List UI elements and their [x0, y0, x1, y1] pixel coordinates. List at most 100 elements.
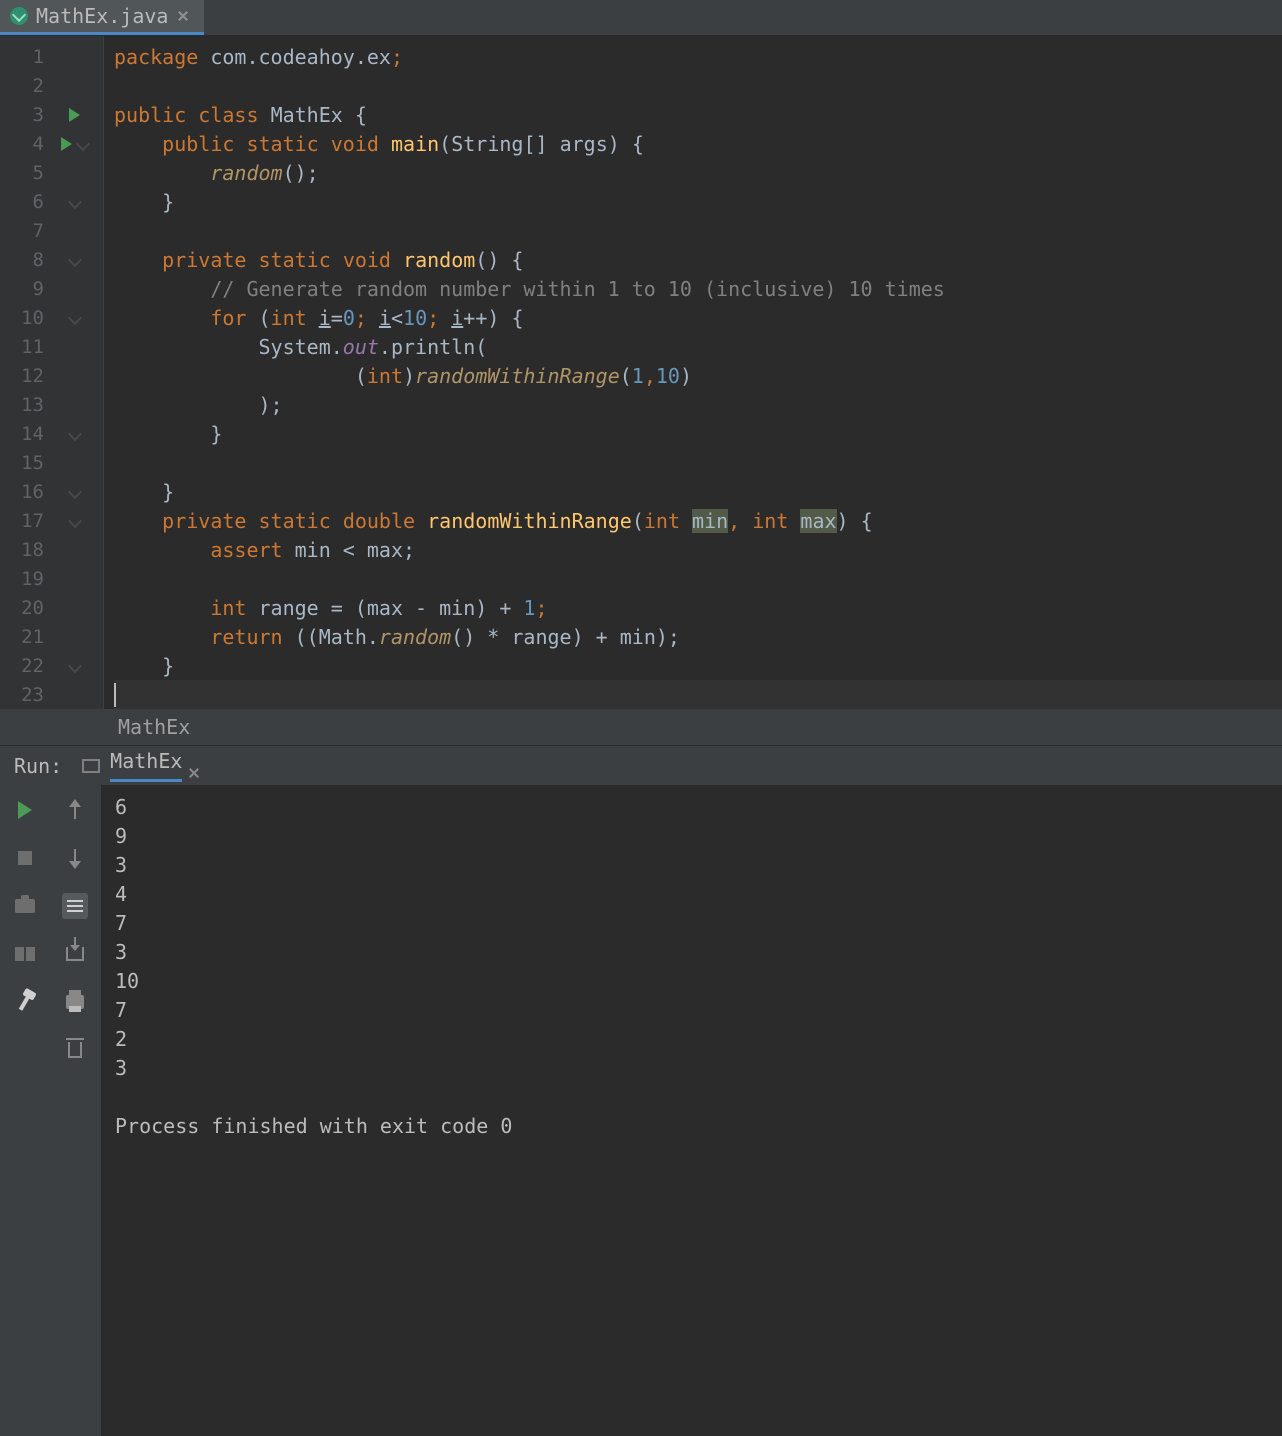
line-number: 20 [0, 597, 50, 619]
scroll-to-end-button[interactable] [60, 939, 90, 969]
code-token: ; [355, 306, 379, 330]
code-token: main [391, 132, 439, 156]
code-token: ( [355, 364, 367, 388]
code-token: ; [427, 306, 451, 330]
stop-icon [18, 851, 32, 865]
code-token: } [210, 422, 222, 446]
code-token: range = (max - min) + [246, 596, 523, 620]
code-token: ( [620, 364, 632, 388]
breadcrumb-item[interactable]: MathEx [118, 715, 190, 739]
editor-tabbar: MathEx.java [0, 0, 1282, 36]
line-number: 8 [0, 249, 50, 271]
console-line [115, 1085, 1282, 1114]
code-token: random [403, 248, 475, 272]
console-line: 7 [115, 998, 1282, 1027]
code-token: private [162, 509, 246, 533]
code-area[interactable]: package com.codeahoy.ex; public class Ma… [104, 36, 1282, 709]
code-token: void [343, 248, 391, 272]
code-token: ((Math. [283, 625, 379, 649]
fold-icon[interactable] [68, 252, 82, 266]
console-line: 3 [115, 940, 1282, 969]
code-token: max [800, 509, 836, 533]
arrow-up-icon [74, 801, 76, 819]
code-token: () * range) + min); [451, 625, 680, 649]
camera-icon [15, 899, 35, 913]
layout-button[interactable] [10, 939, 40, 969]
print-button[interactable] [60, 987, 90, 1017]
line-number: 23 [0, 684, 50, 706]
run-actions-column [0, 785, 50, 1436]
code-token: { [355, 103, 367, 127]
code-token: package [114, 45, 198, 69]
code-token: assert [210, 538, 282, 562]
down-stacktrace-button[interactable] [60, 843, 90, 873]
run-label: Run: [14, 754, 62, 778]
file-tab[interactable]: MathEx.java [0, 0, 204, 35]
line-number: 2 [0, 75, 50, 97]
fold-icon[interactable] [68, 426, 82, 440]
code-token: ) { [837, 509, 873, 533]
print-icon [66, 995, 84, 1009]
code-token: (); [283, 161, 319, 185]
line-number: 19 [0, 568, 50, 590]
fold-icon[interactable] [68, 310, 82, 324]
line-number: 1 [0, 46, 50, 68]
clear-all-button[interactable] [60, 1035, 90, 1065]
code-token: static [246, 132, 318, 156]
run-gutter-icon[interactable] [69, 108, 80, 122]
code-token: randomWithinRange [415, 364, 620, 388]
up-stacktrace-button[interactable] [60, 795, 90, 825]
console-line: 9 [115, 824, 1282, 853]
pin-icon [19, 993, 31, 1011]
code-editor: 1 2 3 4 5 6 7 8 9 10 11 12 13 14 15 16 1… [0, 36, 1282, 709]
code-token: int [644, 509, 680, 533]
close-icon[interactable] [176, 9, 190, 23]
line-number: 5 [0, 162, 50, 184]
fold-icon[interactable] [68, 513, 82, 527]
code-token: = [331, 306, 343, 330]
dump-threads-button[interactable] [10, 891, 40, 921]
code-token: ) [680, 364, 692, 388]
soft-wrap-button[interactable] [60, 891, 90, 921]
stop-button[interactable] [10, 843, 40, 873]
console-line: 7 [115, 911, 1282, 940]
code-token: ; [535, 596, 547, 620]
run-config-name[interactable]: MathEx [110, 749, 182, 782]
line-number: 16 [0, 481, 50, 503]
fold-icon[interactable] [68, 194, 82, 208]
arrow-down-icon [74, 849, 76, 867]
breadcrumb[interactable]: MathEx [0, 709, 1282, 745]
code-token: i [319, 306, 331, 330]
line-number: 13 [0, 394, 50, 416]
code-token: ( [632, 509, 644, 533]
trash-icon [68, 1042, 82, 1058]
console-actions-column [50, 785, 100, 1436]
code-token: class [198, 103, 258, 127]
code-token: } [162, 480, 174, 504]
play-icon [18, 801, 32, 819]
code-token: min [692, 509, 728, 533]
rerun-button[interactable] [10, 795, 40, 825]
console-line: 2 [115, 1027, 1282, 1056]
run-gutter-icon[interactable] [61, 137, 72, 151]
code-token: out [343, 335, 379, 359]
console-line: Process finished with exit code 0 [115, 1114, 1282, 1143]
fold-icon[interactable] [68, 658, 82, 672]
console-line: 10 [115, 969, 1282, 998]
line-number: 15 [0, 452, 50, 474]
line-number: 21 [0, 626, 50, 648]
code-token: int [752, 509, 788, 533]
pin-button[interactable] [10, 987, 40, 1017]
code-token: static [259, 248, 331, 272]
code-token: return [210, 625, 282, 649]
fold-icon[interactable] [75, 136, 89, 150]
code-token: .println( [379, 335, 487, 359]
text-caret [114, 683, 116, 707]
download-icon [66, 947, 84, 961]
console-output[interactable]: 6 9 3 4 7 3 10 7 2 3 Process finished wi… [100, 785, 1282, 1436]
line-number: 3 [0, 104, 50, 126]
fold-icon[interactable] [68, 484, 82, 498]
line-number: 14 [0, 423, 50, 445]
code-token: } [162, 654, 174, 678]
code-token: } [162, 190, 174, 214]
